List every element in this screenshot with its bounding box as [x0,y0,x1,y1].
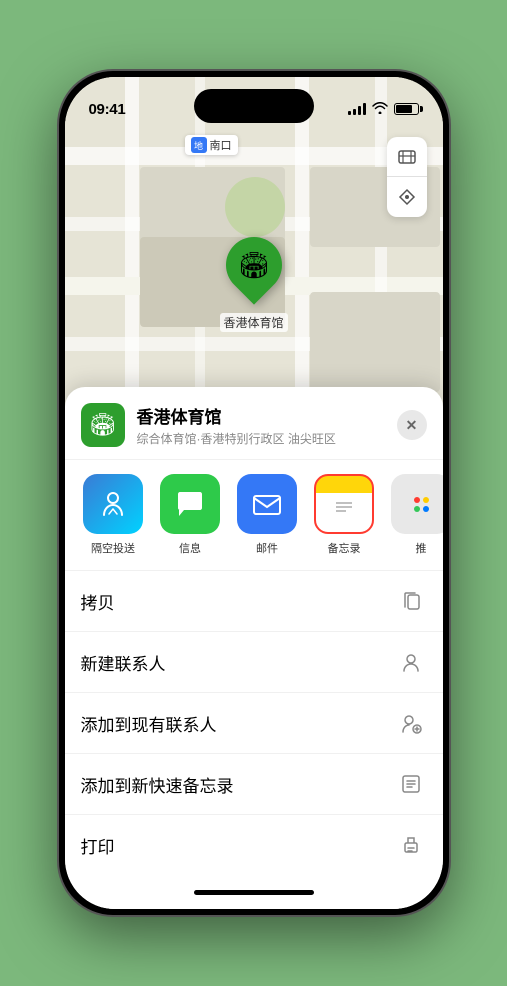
venue-icon-glyph: 🏟 [89,412,117,438]
add-notes-icon [395,768,427,800]
more-icon [391,474,443,534]
home-bar [194,890,314,895]
stadium-marker: 🏟 香港体育馆 [219,237,287,332]
bottom-sheet: 🏟 香港体育馆 综合体育馆·香港特别行政区 油尖旺区 ✕ [65,387,443,909]
messages-label: 信息 [179,540,201,556]
location-text: 南口 [210,137,232,153]
notes-icon [314,474,374,534]
venue-icon: 🏟 [81,403,125,447]
print-label: 打印 [81,833,395,858]
map-type-button[interactable] [387,137,427,177]
venue-name: 香港体育馆 [137,403,397,428]
status-time: 09:41 [89,101,126,118]
share-item-notes[interactable]: 备忘录 [312,474,377,556]
close-button[interactable]: ✕ [397,410,427,440]
map-controls [387,137,427,217]
venue-info: 香港体育馆 综合体育馆·香港特别行政区 油尖旺区 [137,403,397,447]
action-copy[interactable]: 拷贝 [65,571,443,632]
share-item-airdrop[interactable]: 隔空投送 [81,474,146,556]
copy-icon [395,585,427,617]
dynamic-island [194,89,314,123]
messages-icon [160,474,220,534]
mail-icon [237,474,297,534]
add-existing-icon [395,707,427,739]
location-label: 地 南口 [185,135,238,155]
share-item-messages[interactable]: 信息 [158,474,223,556]
share-item-more[interactable]: 推 [389,474,443,556]
more-label: 推 [416,540,427,556]
add-existing-label: 添加到现有联系人 [81,711,395,736]
new-contact-icon [395,646,427,678]
status-icons [348,102,419,117]
airdrop-label: 隔空投送 [91,540,135,556]
mail-label: 邮件 [256,540,278,556]
action-print[interactable]: 打印 [65,815,443,875]
location-button[interactable] [387,177,427,217]
action-add-existing[interactable]: 添加到现有联系人 [65,693,443,754]
new-contact-label: 新建联系人 [81,650,395,675]
phone-screen: 地 南口 [65,77,443,909]
signal-icon [348,103,366,115]
action-add-notes[interactable]: 添加到新快速备忘录 [65,754,443,815]
marker-label: 香港体育馆 [219,313,287,332]
action-new-contact[interactable]: 新建联系人 [65,632,443,693]
battery-icon [394,103,419,115]
share-row: 隔空投送 信息 [65,460,443,571]
share-item-mail[interactable]: 邮件 [235,474,300,556]
wifi-icon [372,102,388,117]
add-notes-label: 添加到新快速备忘录 [81,772,395,797]
notes-label: 备忘录 [328,540,361,556]
phone-frame: 地 南口 [59,71,449,915]
print-icon [395,829,427,861]
airdrop-icon [83,474,143,534]
sheet-header: 🏟 香港体育馆 综合体育馆·香港特别行政区 油尖旺区 ✕ [65,387,443,460]
copy-label: 拷贝 [81,589,395,614]
home-indicator [65,875,443,909]
venue-subtitle: 综合体育馆·香港特别行政区 油尖旺区 [137,430,397,447]
